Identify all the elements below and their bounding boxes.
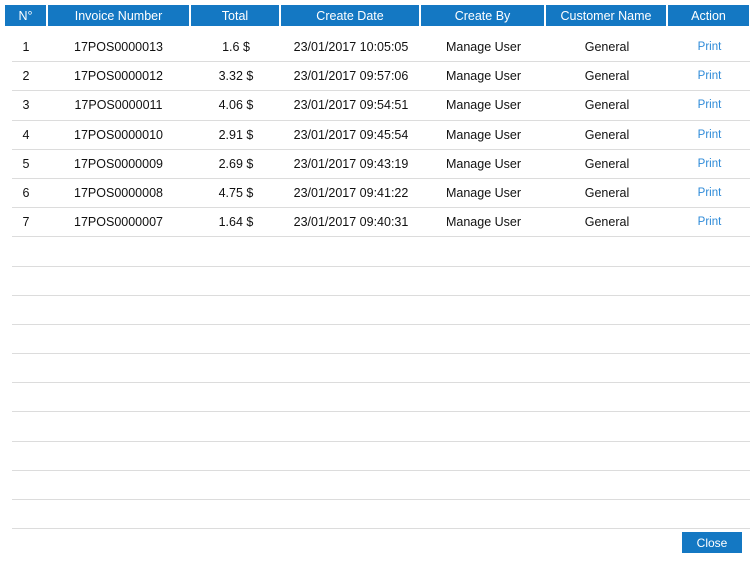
header-create-by: Create By (421, 5, 544, 26)
customer-name: General (584, 215, 630, 230)
total: 2.91 $ (218, 127, 254, 142)
row-number: 2 (22, 69, 30, 84)
create-date: 23/01/2017 09:57:06 (293, 69, 409, 84)
table-row: 5 17POS0000009 2.69 $ 23/01/2017 09:43:19 Ma… (12, 150, 750, 179)
print-link[interactable]: Print (669, 121, 750, 149)
table-header: N° Invoice Number Total Create Date Crea… (5, 5, 749, 26)
print-link[interactable]: Print (669, 179, 750, 207)
header-number: N° (5, 5, 46, 26)
customer-name: General (584, 69, 630, 84)
print-link[interactable]: Print (669, 62, 750, 90)
create-date: 23/01/2017 09:41:22 (293, 185, 409, 200)
row-number: 3 (22, 98, 30, 113)
table-row: 2 17POS0000012 3.32 $ 23/01/2017 09:57:06 Ma… (12, 62, 750, 92)
total: 4.06 $ (218, 98, 254, 113)
invoice-number: 17POS0000011 (74, 98, 163, 113)
invoice-number: 17POS0000008 (74, 185, 163, 200)
create-by: Manage User (445, 98, 522, 113)
empty-table-row (12, 471, 750, 500)
empty-table-row (12, 354, 750, 384)
row-number: 5 (22, 156, 30, 171)
empty-table-row (12, 383, 750, 413)
empty-table-row (12, 267, 750, 296)
create-date: 23/01/2017 09:45:54 (293, 127, 409, 142)
create-date: 23/01/2017 09:43:19 (293, 156, 409, 171)
total: 1.6 $ (222, 40, 250, 54)
print-link[interactable]: Print (669, 208, 750, 236)
table-row: 4 17POS0000010 2.91 $ 23/01/2017 09:45:54 Ma… (12, 121, 750, 150)
print-link[interactable]: Print (669, 33, 750, 61)
total: 4.75 $ (218, 185, 254, 200)
customer-name: General (584, 156, 630, 171)
create-date: 23/01/2017 09:40:31 (293, 215, 409, 230)
total: 1.64 $ (218, 215, 254, 230)
row-number: 6 (22, 185, 30, 200)
empty-table-row (12, 442, 750, 471)
table-row: 6 17POS0000008 4.75 $ 23/01/2017 09:41:22 Ma… (12, 179, 750, 209)
customer-name: General (584, 127, 630, 142)
print-link[interactable]: Print (669, 91, 750, 119)
empty-table-row (12, 325, 750, 355)
create-by: Manage User (445, 69, 522, 84)
invoice-number: 17POS0000012 (74, 69, 163, 84)
empty-table-row (12, 500, 750, 530)
create-by: Manage User (445, 127, 522, 142)
row-number: 7 (22, 215, 30, 230)
create-by: Manage User (445, 40, 522, 54)
invoice-number: 17POS0000007 (74, 215, 163, 230)
row-number: 4 (22, 127, 30, 142)
header-create-date: Create Date (281, 5, 419, 26)
table-row: 1 17POS0000013 1.6 $ 23/01/2017 10:05:05 Man… (12, 33, 750, 63)
total: 3.32 $ (218, 69, 254, 84)
create-by: Manage User (445, 215, 522, 230)
create-by: Manage User (445, 185, 522, 200)
customer-name: General (584, 185, 630, 200)
customer-name: General (584, 40, 630, 54)
create-date: 23/01/2017 09:54:51 (293, 98, 409, 113)
table-row: 7 17POS0000007 1.64 $ 23/01/2017 09:40:31 Ma… (12, 208, 750, 238)
header-customer-name: Customer Name (546, 5, 666, 26)
header-invoice-number: Invoice Number (48, 5, 189, 26)
total: 2.69 $ (218, 156, 254, 171)
invoice-number: 17POS0000009 (74, 156, 163, 171)
header-total: Total (191, 5, 279, 26)
row-number: 1 (22, 40, 30, 54)
empty-table-row (12, 412, 750, 442)
create-by: Manage User (445, 156, 522, 171)
invoice-number: 17POS0000013 (74, 40, 163, 54)
print-link[interactable]: Print (669, 150, 750, 178)
invoice-table-body: 1 17POS0000013 1.6 $ 23/01/2017 10:05:05 Man… (12, 33, 750, 530)
table-row: 3 17POS0000011 4.06 $ 23/01/2017 09:54:51 Ma… (12, 91, 750, 121)
invoice-number: 17POS0000010 (74, 127, 163, 142)
close-button[interactable]: Close (682, 532, 742, 553)
empty-table-row (12, 237, 750, 267)
header-action: Action (668, 5, 749, 26)
empty-table-row (12, 296, 750, 325)
customer-name: General (584, 98, 630, 113)
create-date: 23/01/2017 10:05:05 (293, 40, 409, 54)
